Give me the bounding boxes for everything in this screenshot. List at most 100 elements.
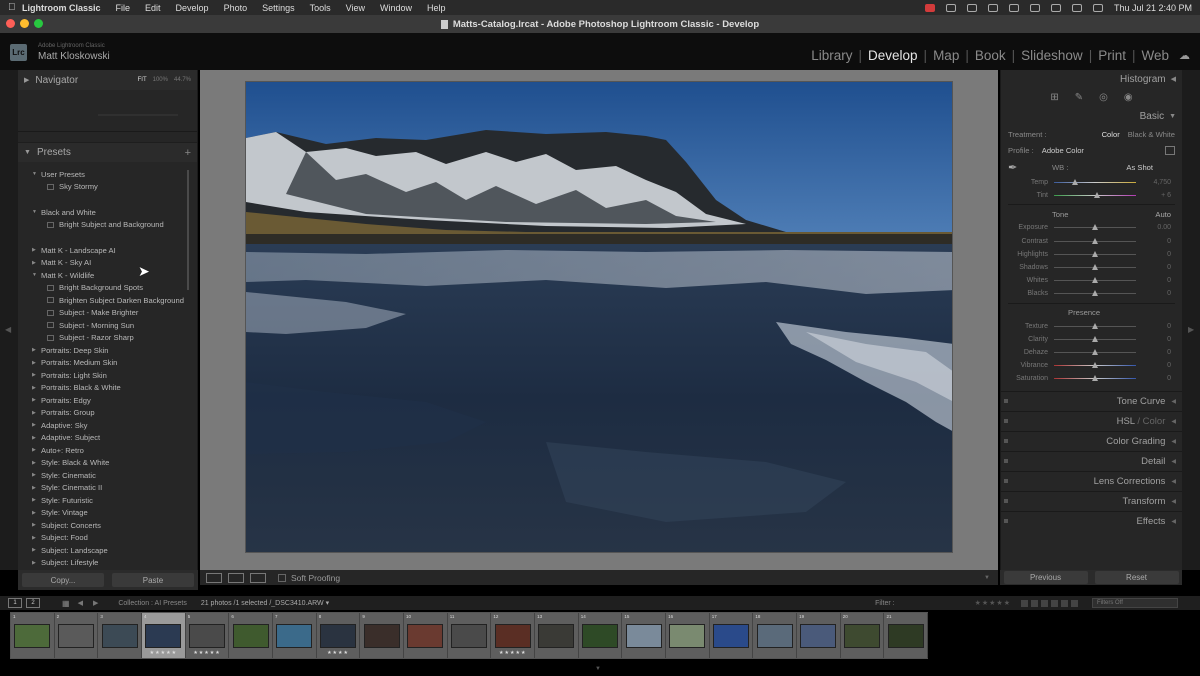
slider-knob[interactable] <box>1092 250 1098 257</box>
filmstrip-thumbnail[interactable]: 21 <box>884 613 929 658</box>
preset-item[interactable]: Brighten Subject Darken Background <box>18 294 197 307</box>
preset-item[interactable]: Sky Stormy <box>18 181 197 194</box>
forward-arrow-icon[interactable]: ▶ <box>93 599 98 607</box>
preset-item[interactable]: Subject - Razor Sharp <box>18 332 197 345</box>
preset-group[interactable]: ▶ Portraits: Medium Skin <box>18 357 197 370</box>
zoom-custom[interactable]: 44.7% <box>174 77 191 83</box>
preset-group[interactable]: ▶ Adaptive: Sky <box>18 419 197 432</box>
filmstrip-thumbnail[interactable]: 19 <box>797 613 841 658</box>
triangle-right-icon[interactable]: ▶ <box>18 510 36 516</box>
before-after-icon[interactable] <box>228 572 244 583</box>
filmstrip-count[interactable]: 21 photos /1 selected /_DSC3410.ARW ▾ <box>201 599 329 607</box>
slider-track[interactable] <box>1054 322 1136 329</box>
slider-knob[interactable] <box>1093 192 1100 199</box>
filmstrip-thumbnail[interactable]: 4 ★★★★★ <box>142 613 186 658</box>
toolbar-menu-icon[interactable]: ▼ <box>984 575 990 581</box>
preset-group[interactable]: ▶ Subject: Food <box>18 532 197 545</box>
filmstrip-thumbnail[interactable]: 5 ★★★★★ <box>185 613 230 658</box>
preset-group[interactable]: ▼ Black and White <box>18 206 197 219</box>
filmstrip-thumbnail[interactable]: 17 <box>709 613 754 658</box>
preset-group[interactable]: ▶ Style: Vintage <box>18 507 197 520</box>
slider-knob[interactable] <box>1092 224 1098 231</box>
menu-settings[interactable]: Settings <box>262 3 295 13</box>
panel-switch-icon[interactable] <box>1004 439 1008 444</box>
preset-group[interactable]: ▶ Subject: Landscape <box>18 544 197 557</box>
slider-texture[interactable]: Texture 0 <box>1008 320 1175 333</box>
creative-cloud-icon[interactable] <box>945 3 956 12</box>
right-panel-collapse-edge[interactable]: ▶ <box>1182 70 1200 570</box>
heal-icon[interactable]: ✎ <box>1075 92 1083 103</box>
slider-value[interactable]: 0.00 <box>1157 224 1171 231</box>
panel-lens-corrections[interactable]: Lens Corrections ◀ <box>1001 471 1182 491</box>
soft-proofing-checkbox[interactable] <box>278 573 286 582</box>
filmstrip-thumbnail[interactable]: 2 <box>54 613 99 658</box>
triangle-right-icon[interactable]: ▶ <box>18 397 36 403</box>
triangle-right-icon[interactable]: ▶ <box>18 422 36 428</box>
menu-view[interactable]: View <box>346 3 365 13</box>
slider-track[interactable] <box>1054 335 1136 342</box>
slider-value[interactable]: 0 <box>1167 238 1171 245</box>
preset-group[interactable]: ▶ Style: Cinematic <box>18 469 197 482</box>
slider-knob[interactable] <box>1092 277 1098 284</box>
redeye-icon[interactable]: ◎ <box>1099 92 1108 103</box>
siri-icon[interactable] <box>1092 3 1103 12</box>
filmstrip-thumbnail[interactable]: 9 <box>360 613 405 658</box>
triangle-right-icon[interactable]: ▶ <box>18 460 36 466</box>
profile-browser-icon[interactable] <box>1165 145 1175 155</box>
triangle-right-icon[interactable]: ▶ <box>18 247 36 253</box>
slider-track[interactable] <box>1054 290 1136 297</box>
slider-shadows[interactable]: Shadows 0 <box>1008 261 1175 274</box>
panel-switch-icon[interactable] <box>1004 479 1008 484</box>
navigator-header[interactable]: ▶ Navigator FIT 100% 44.7% <box>18 70 197 90</box>
filmstrip-thumbnail[interactable]: 11 <box>447 613 492 658</box>
preset-group[interactable]: ▶ Portraits: Deep Skin <box>18 344 197 357</box>
triangle-right-icon[interactable]: ▶ <box>18 347 36 353</box>
slider-track[interactable] <box>1054 375 1136 382</box>
presets-header[interactable]: ▼ Presets + <box>18 142 197 162</box>
preset-group[interactable]: ▶ Portraits: Black & White <box>18 382 197 395</box>
panel-switch-icon[interactable] <box>1004 419 1008 424</box>
preset-group[interactable]: ▶ Portraits: Light Skin <box>18 369 197 382</box>
preset-group[interactable]: ▶ Auto+: Retro <box>18 444 197 457</box>
slider-track[interactable] <box>1054 179 1136 186</box>
slider-contrast[interactable]: Contrast 0 <box>1008 235 1175 248</box>
preset-group[interactable]: ▼ Matt K - Wildlife <box>18 269 197 282</box>
slider-vibrance[interactable]: Vibrance 0 <box>1008 359 1175 372</box>
triangle-right-icon[interactable]: ▶ <box>18 485 36 491</box>
panel-transform[interactable]: Transform ◀ <box>1001 491 1182 511</box>
panel-tone-curve[interactable]: Tone Curve ◀ <box>1001 391 1182 411</box>
record-icon[interactable] <box>924 3 935 12</box>
module-library[interactable]: Library <box>811 48 852 63</box>
menu-app[interactable]: Lightroom Classic <box>22 3 101 13</box>
profile-select[interactable]: Adobe Color <box>1042 146 1084 155</box>
menu-help[interactable]: Help <box>427 3 446 13</box>
menubar-clock[interactable]: Thu Jul 21 2:40 PM <box>1114 3 1192 13</box>
slider-value[interactable]: 0 <box>1167 264 1171 271</box>
slider-knob[interactable] <box>1092 335 1098 342</box>
slider-temp[interactable]: Temp 4,750 <box>1008 176 1175 189</box>
slider-exposure[interactable]: Exposure 0.00 <box>1008 221 1175 234</box>
battery-icon[interactable] <box>1008 3 1019 12</box>
panel-switch-icon[interactable] <box>1004 459 1008 464</box>
filmstrip-thumbnail[interactable]: 13 <box>535 613 579 658</box>
module-develop[interactable]: Develop <box>868 48 918 63</box>
preset-group[interactable]: ▶ Adaptive: Subject <box>18 432 197 445</box>
triangle-right-icon[interactable]: ▶ <box>18 360 36 366</box>
triangle-right-icon[interactable]: ▶ <box>18 522 36 528</box>
basic-header[interactable]: Basic ▼ <box>1001 106 1182 126</box>
cloud-share-icon[interactable]: ☁ <box>1179 49 1190 62</box>
zoom-window-button[interactable] <box>34 19 43 28</box>
minimize-window-button[interactable] <box>20 19 29 28</box>
preset-group[interactable]: ▶ Matt K - Sky AI <box>18 257 197 270</box>
panel-effects[interactable]: Effects ◀ <box>1001 511 1182 531</box>
triangle-down-icon[interactable]: ▼ <box>18 171 37 177</box>
filmstrip-thumbnail[interactable]: 3 <box>98 613 143 658</box>
slider-track[interactable] <box>1054 224 1136 231</box>
triangle-right-icon[interactable]: ▶ <box>18 535 36 541</box>
image-canvas[interactable] <box>200 70 998 570</box>
slider-track[interactable] <box>1054 277 1136 284</box>
preset-group[interactable]: ▶ Style: Futuristic <box>18 494 197 507</box>
slider-track[interactable] <box>1054 192 1136 199</box>
panel-color-grading[interactable]: Color Grading ◀ <box>1001 431 1182 451</box>
previous-button[interactable]: Previous <box>1003 571 1088 584</box>
